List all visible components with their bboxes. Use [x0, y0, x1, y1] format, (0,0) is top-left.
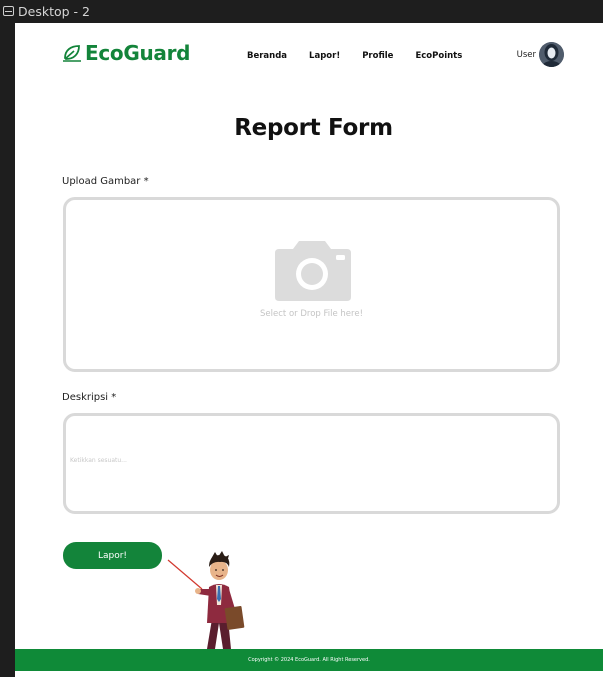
- upload-dropzone[interactable]: Select or Drop File here!: [63, 197, 560, 372]
- submit-report-button[interactable]: Lapor!: [63, 542, 162, 569]
- description-input[interactable]: [66, 416, 557, 511]
- brand-name: EcoGuard: [85, 41, 191, 65]
- nav-links: Beranda Lapor! Profile EcoPoints: [247, 51, 484, 61]
- nav-link-beranda[interactable]: Beranda: [247, 51, 287, 61]
- frame-icon: [3, 6, 14, 16]
- leaf-logo-icon: [63, 45, 81, 62]
- user-menu[interactable]: User: [517, 42, 564, 67]
- page-canvas: EcoGuard Beranda Lapor! Profile EcoPoint…: [15, 23, 603, 677]
- page-title: Report Form: [234, 115, 393, 141]
- user-avatar-icon[interactable]: [539, 42, 564, 67]
- description-label: Deskripsi *: [62, 392, 117, 403]
- description-box: [63, 413, 560, 514]
- teacher-illustration: [167, 551, 245, 649]
- upload-label: Upload Gambar *: [62, 176, 149, 187]
- brand-logo[interactable]: EcoGuard: [62, 41, 191, 65]
- navbar: EcoGuard Beranda Lapor! Profile EcoPoint…: [15, 23, 603, 83]
- upload-hint: Select or Drop File here!: [260, 309, 363, 319]
- user-label: User: [516, 49, 536, 60]
- nav-link-lapor[interactable]: Lapor!: [309, 51, 340, 61]
- frame-title: Desktop - 2: [18, 3, 90, 19]
- frame-title-bar: Desktop - 2: [0, 0, 603, 22]
- camera-icon: [275, 241, 351, 301]
- footer: Copyright © 2024 EcoGuard. All Right Res…: [15, 649, 603, 671]
- nav-link-ecopoints[interactable]: EcoPoints: [415, 51, 462, 61]
- nav-link-profile[interactable]: Profile: [362, 51, 393, 61]
- footer-copyright: Copyright © 2024 EcoGuard. All Right Res…: [248, 657, 370, 663]
